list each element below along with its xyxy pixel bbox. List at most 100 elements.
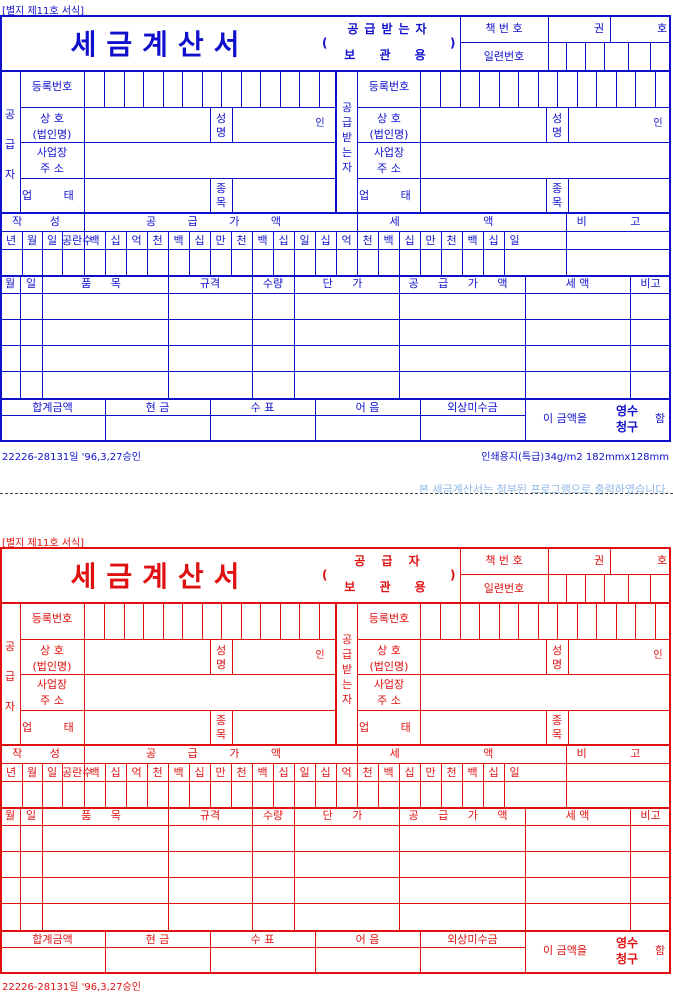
item-header-4: 수량 [262, 277, 284, 290]
rule [546, 710, 547, 744]
addr-label-l: 사업장 주 소 [36, 678, 68, 707]
rule [279, 602, 281, 639]
rule [498, 602, 500, 639]
tax-label: 세 액 [389, 747, 534, 760]
item-header-0: 월 [4, 809, 16, 822]
seal-l: 인 [315, 650, 325, 661]
amount-col-5: 십 [110, 234, 121, 247]
total-label-3: 어 음 [355, 401, 380, 414]
rule [232, 639, 233, 674]
copy-keep: 보 관 용 [344, 48, 436, 62]
item-header-7: 세 액 [565, 277, 590, 290]
copy-type: 공 급 자 [354, 554, 426, 568]
rule [357, 178, 671, 179]
rule [232, 710, 233, 744]
tax-invoice-supplier-copy: [별지 제11호 서식] 세금계산서보 관 용()공 급 자보 관 용책 번 호… [0, 532, 673, 993]
invoice-title: 세금계산서 [70, 560, 250, 593]
rule [440, 602, 441, 639]
item-header-8: 비고 [640, 277, 661, 290]
amount-col-18: 백 [383, 766, 394, 779]
amount-col-20: 만 [425, 766, 436, 779]
amount-col-9: 십 [194, 766, 205, 779]
item-header-1: 일 [25, 809, 37, 822]
rule [168, 275, 169, 398]
amount-col-17: 천 [362, 234, 373, 247]
rule [525, 275, 526, 398]
rule [630, 275, 631, 398]
item-header-2: 품 목 [81, 809, 129, 822]
number-label: 호 [656, 22, 668, 35]
rep-label-l: 성명 [215, 644, 227, 671]
receiver-side-label: 공급받는자 [341, 101, 353, 174]
claim-label: 청구 [615, 952, 639, 966]
addr-label-r: 사업장 주 소 [373, 146, 405, 175]
rule [252, 275, 253, 398]
amount-col-12: 백 [257, 766, 268, 779]
amount-col-6: 억 [131, 766, 142, 779]
rule [104, 602, 105, 639]
amount-col-12: 백 [257, 234, 268, 247]
this-amount-label: 이 금액을 [543, 412, 587, 425]
amount-col-1: 월 [26, 766, 38, 779]
rule [0, 212, 671, 214]
rule [604, 574, 605, 602]
amount-col-11: 천 [236, 234, 247, 247]
book-number-label: 책 번 호 [485, 554, 523, 567]
seal-r: 인 [653, 650, 663, 661]
supply-label: 공 급 가 액 [146, 747, 295, 760]
amount-col-2: 일 [46, 234, 58, 247]
cut-line [0, 493, 673, 494]
amount-col-14: 일 [299, 234, 310, 247]
rule [546, 178, 547, 212]
rule [399, 807, 400, 930]
amount-col-0: 년 [5, 766, 17, 779]
volume-label: 권 [593, 554, 605, 567]
name-label-r: 상 호 (법인명) [369, 644, 409, 673]
rule [0, 293, 671, 294]
number-label: 호 [656, 554, 668, 567]
rule [635, 70, 636, 107]
rule [162, 70, 164, 107]
rule [232, 178, 233, 212]
total-label-0: 합계금액 [32, 401, 73, 414]
rule [537, 70, 539, 107]
copy-type: 공급받는자 [347, 22, 433, 36]
rule [0, 947, 525, 948]
rule [0, 877, 671, 878]
item-header-7: 세 액 [565, 809, 590, 822]
seal-r: 인 [653, 118, 663, 129]
rule [260, 70, 261, 107]
bracket-close: ) [450, 568, 456, 582]
bracket-open: ( [322, 568, 328, 582]
amount-col-8: 백 [173, 766, 184, 779]
approval-text: 22226-28131일 '96,3,27승인 [2, 452, 141, 463]
print-note: 본 세금계산서는 첨부된 프로그램으로 출력하였습니다. [418, 483, 669, 496]
item-header-0: 월 [4, 277, 16, 290]
rule [399, 275, 400, 398]
rule [440, 70, 441, 107]
item-header-4: 수량 [262, 809, 284, 822]
item-header-2: 품 목 [81, 277, 129, 290]
reg-label-l: 등록번호 [31, 80, 73, 93]
rule [0, 319, 671, 320]
rule [20, 807, 21, 930]
rule [168, 807, 169, 930]
amount-col-10: 만 [215, 766, 226, 779]
amount-col-23: 십 [488, 234, 499, 247]
bracket-close: ) [450, 36, 456, 50]
rule [525, 398, 526, 442]
rule [459, 602, 461, 639]
amount-col-22: 백 [467, 234, 478, 247]
serial-label: 일련번호 [483, 582, 525, 595]
rule [357, 70, 358, 212]
type-label-r: 업 태 [359, 721, 425, 734]
rule [294, 275, 295, 398]
amount-col-13: 십 [278, 766, 289, 779]
rule [221, 602, 222, 639]
amount-col-17: 천 [362, 766, 373, 779]
rule [182, 70, 183, 107]
amount-col-14: 일 [299, 766, 310, 779]
rule [566, 42, 567, 70]
serial-label: 일련번호 [483, 50, 525, 63]
type-label-l: 업 태 [22, 721, 88, 734]
